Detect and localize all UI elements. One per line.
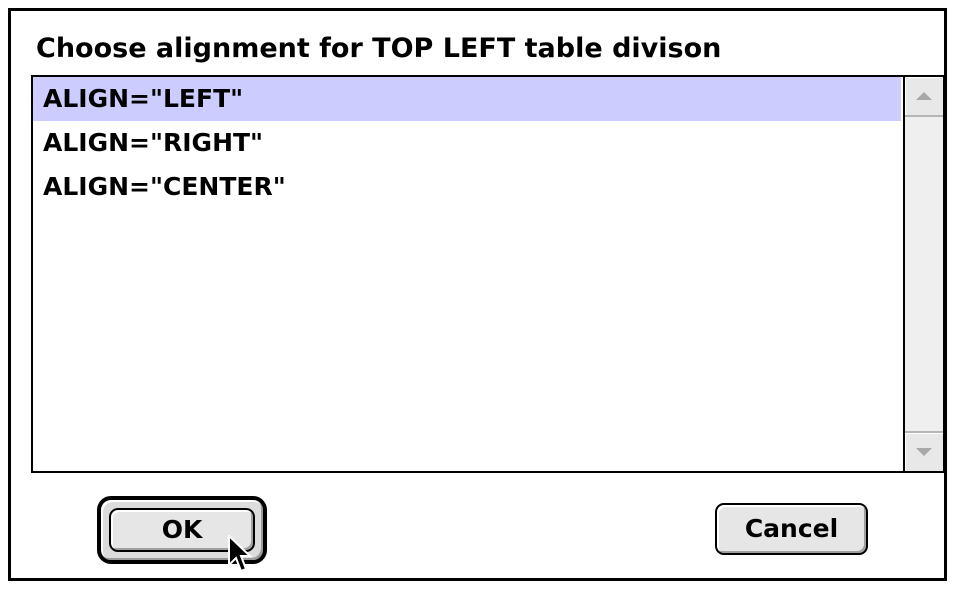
list-item-align-right[interactable]: ALIGN="RIGHT" — [33, 121, 901, 165]
scroll-up-button[interactable] — [905, 77, 943, 117]
list-item-align-center[interactable]: ALIGN="CENTER" — [33, 165, 901, 209]
list-items: ALIGN="LEFT" ALIGN="RIGHT" ALIGN="CENTER… — [33, 77, 901, 471]
alignment-listbox[interactable]: ALIGN="LEFT" ALIGN="RIGHT" ALIGN="CENTER… — [31, 75, 945, 473]
vertical-scrollbar[interactable] — [903, 77, 943, 471]
list-item-align-left[interactable]: ALIGN="LEFT" — [33, 77, 901, 121]
scroll-up-arrow-icon — [916, 92, 932, 100]
scroll-track[interactable] — [905, 117, 943, 431]
mouse-pointer-icon — [228, 535, 253, 573]
alignment-dialog: Choose alignment for TOP LEFT table divi… — [8, 8, 947, 581]
cancel-button[interactable]: Cancel — [715, 503, 868, 555]
scroll-down-arrow-icon — [916, 448, 932, 456]
scroll-down-button[interactable] — [905, 431, 943, 471]
dialog-prompt: Choose alignment for TOP LEFT table divi… — [36, 33, 722, 64]
